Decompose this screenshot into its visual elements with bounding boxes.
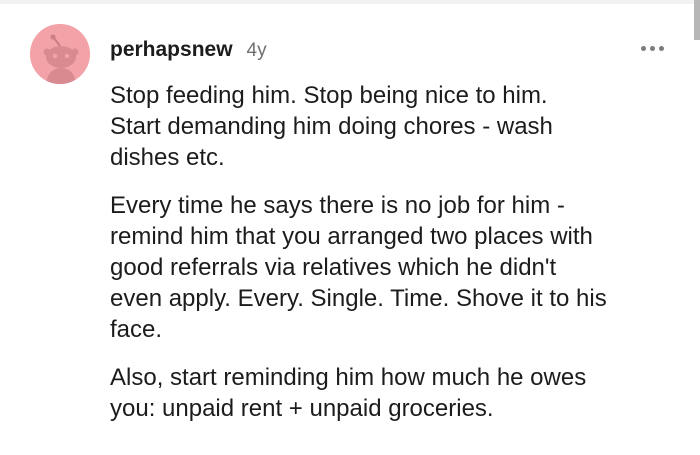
more-options-button[interactable] bbox=[641, 46, 664, 51]
comment-header: perhapsnew 4y bbox=[110, 38, 267, 62]
reddit-snoo-avatar-icon bbox=[30, 24, 90, 84]
comment-paragraph: Stop feeding him. Stop being nice to him… bbox=[110, 80, 680, 173]
text-line: good referrals via relatives which he di… bbox=[110, 254, 557, 281]
comment-body: Stop feeding him. Stop being nice to him… bbox=[110, 80, 680, 441]
author-username[interactable]: perhapsnew bbox=[110, 38, 233, 62]
more-options-icon bbox=[650, 46, 655, 51]
comment-card: perhapsnew 4y Stop feeding him. Stop bei… bbox=[0, 0, 700, 455]
more-options-icon bbox=[659, 46, 664, 51]
more-options-icon bbox=[641, 46, 646, 51]
comment-age[interactable]: 4y bbox=[247, 40, 267, 62]
divider bbox=[0, 0, 700, 4]
text-line: Also, start reminding him how much he ow… bbox=[110, 364, 587, 391]
text-line: face. bbox=[110, 316, 163, 343]
text-line: even apply. Every. Single. Time. Shove i… bbox=[110, 285, 607, 312]
text-line: remind him that you arranged two places … bbox=[110, 223, 593, 250]
text-line: you: unpaid rent + unpaid groceries. bbox=[110, 395, 494, 422]
scrollbar-thumb[interactable] bbox=[694, 0, 700, 40]
text-line: Every time he says there is no job for h… bbox=[110, 192, 565, 219]
text-line: Start demanding him doing chores - wash bbox=[110, 113, 553, 140]
comment-paragraph: Every time he says there is no job for h… bbox=[110, 190, 680, 345]
comment-paragraph: Also, start reminding him how much he ow… bbox=[110, 362, 680, 424]
text-line: dishes etc. bbox=[110, 144, 225, 171]
avatar[interactable] bbox=[30, 24, 90, 84]
text-line: Stop feeding him. Stop being nice to him… bbox=[110, 82, 548, 109]
